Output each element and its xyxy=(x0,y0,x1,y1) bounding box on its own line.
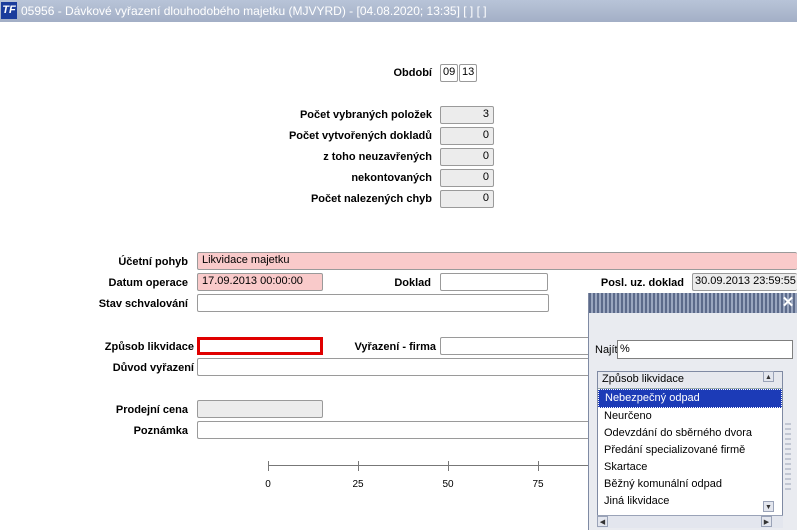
stat-label-unclosed: z toho neuzavřených xyxy=(323,151,432,163)
progress-tick-label-0: 0 xyxy=(265,479,271,490)
liquidation-method-label: Způsob likvidace xyxy=(104,341,194,353)
document-field[interactable] xyxy=(440,273,548,291)
lov-list-item[interactable]: Skartace xyxy=(598,459,782,476)
sale-price-field xyxy=(197,400,323,418)
liquidation-method-field[interactable] xyxy=(197,337,323,355)
lov-column-header: Způsob likvidace xyxy=(598,372,782,389)
progress-tick-75 xyxy=(538,461,539,471)
period-month-field[interactable]: 09 xyxy=(440,64,458,82)
scroll-right-icon[interactable]: ▶ xyxy=(761,516,772,527)
progress-tick-label-50: 50 xyxy=(442,479,454,490)
window-title: 05956 - Dávkové vyřazení dlouhodobého ma… xyxy=(21,4,487,18)
disposal-reason-label: Důvod vyřazení xyxy=(112,362,194,374)
lov-find-label: Najít xyxy=(595,344,618,356)
progress-tick-0 xyxy=(268,461,269,471)
operation-date-label: Datum operace xyxy=(108,277,188,289)
disposal-company-field[interactable] xyxy=(440,337,590,355)
approval-state-label: Stav schvalování xyxy=(98,298,188,310)
lov-list-item[interactable]: Předání specializované firmě xyxy=(598,442,782,459)
scroll-down-icon[interactable]: ▼ xyxy=(763,501,774,512)
progress-scale-line xyxy=(268,465,598,466)
resize-grip-icon[interactable] xyxy=(785,423,791,493)
lov-title-bar[interactable]: ✕ xyxy=(589,293,797,313)
approval-state-field[interactable] xyxy=(197,294,549,312)
stat-value-errors: 0 xyxy=(440,190,494,208)
stat-label-errors: Počet nalezených chyb xyxy=(310,193,432,205)
progress-tick-50 xyxy=(448,461,449,471)
stat-value-unclosed: 0 xyxy=(440,148,494,166)
lov-list-item[interactable]: Odevzdání do sběrného dvora xyxy=(598,425,782,442)
scroll-up-icon[interactable]: ▲ xyxy=(763,371,774,382)
lov-horizontal-scrollbar[interactable]: ◀ ▶ xyxy=(597,515,783,528)
stat-value-created-documents: 0 xyxy=(440,127,494,145)
stat-label-unposted: nekontovaných xyxy=(351,172,432,184)
lov-list-item[interactable]: Jiná likvidace xyxy=(598,493,782,510)
accounting-move-field[interactable]: Likvidace majetku xyxy=(197,252,797,270)
progress-tick-label-75: 75 xyxy=(532,479,544,490)
progress-tick-label-25: 25 xyxy=(352,479,364,490)
close-icon[interactable]: ✕ xyxy=(780,294,796,312)
progress-tick-25 xyxy=(358,461,359,471)
disposal-company-label: Vyřazení - firma xyxy=(354,341,436,353)
lov-list: Způsob likvidace Nebezpečný odpad Neurče… xyxy=(597,371,783,523)
stat-value-unposted: 0 xyxy=(440,169,494,187)
document-label: Doklad xyxy=(394,277,431,289)
lov-vertical-scrollbar[interactable]: ▲ ▼ xyxy=(763,371,775,523)
note-field[interactable] xyxy=(197,421,590,439)
stat-label-created-documents: Počet vytvořených dokladů xyxy=(288,130,432,142)
stat-value-selected-items: 3 xyxy=(440,106,494,124)
lov-list-item[interactable]: Nebezpečný odpad xyxy=(598,389,782,408)
lov-find-input[interactable]: % xyxy=(617,340,793,359)
lov-list-item[interactable]: Běžný komunální odpad xyxy=(598,476,782,493)
period-year-field[interactable]: 13 xyxy=(459,64,477,82)
operation-date-field[interactable]: 17.09.2013 00:00:00 xyxy=(197,273,323,291)
disposal-reason-field[interactable] xyxy=(197,358,590,376)
scroll-left-icon[interactable]: ◀ xyxy=(597,516,608,527)
lov-popup: ✕ Najít % Způsob likvidace Nebezpečný od… xyxy=(588,293,797,530)
app-logo-icon: TF xyxy=(1,2,17,19)
sale-price-label: Prodejní cena xyxy=(115,404,188,416)
lov-list-item[interactable]: Neurčeno xyxy=(598,408,782,425)
note-label: Poznámka xyxy=(133,425,188,437)
stat-label-selected-items: Počet vybraných položek xyxy=(299,109,432,121)
accounting-move-label: Účetní pohyb xyxy=(118,256,188,268)
last-document-label: Posl. uz. doklad xyxy=(600,277,684,289)
last-document-field: 30.09.2013 23:59:55 xyxy=(692,273,797,291)
window-titlebar: TF 05956 - Dávkové vyřazení dlouhodobého… xyxy=(0,0,797,22)
period-label: Období xyxy=(393,67,433,79)
